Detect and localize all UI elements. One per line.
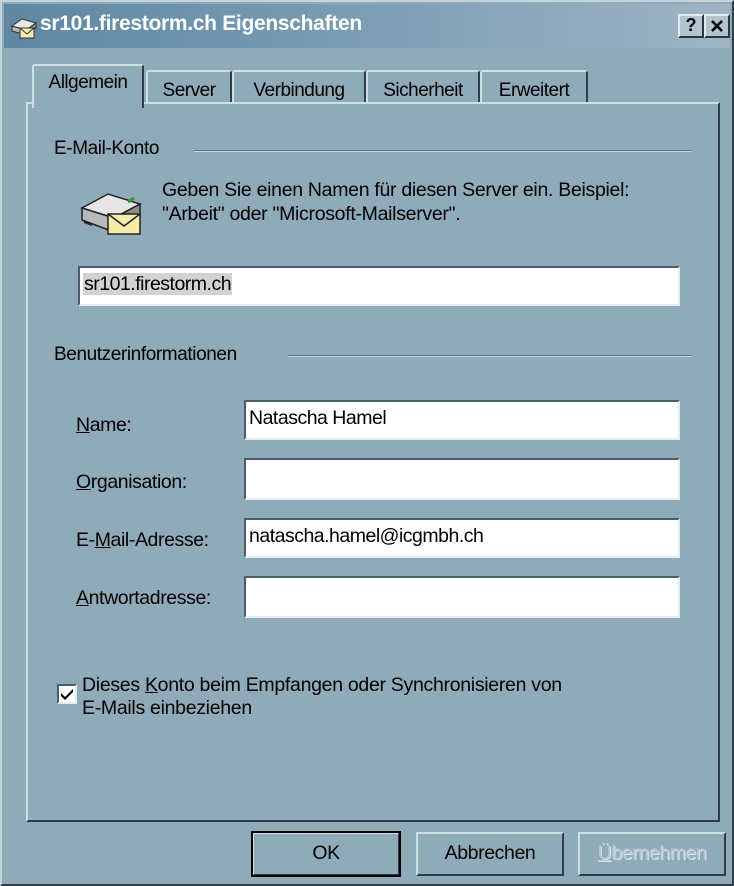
tab-allgemein[interactable]: Allgemein	[32, 64, 144, 108]
close-button[interactable]	[704, 14, 730, 38]
user-info-group-label: Benutzerinformationen	[54, 344, 243, 366]
checkmark-icon	[61, 689, 73, 700]
label-text: ail-Adresse:	[110, 529, 210, 551]
label-text: Dieses	[82, 674, 145, 696]
tab-label: Allgemein	[48, 72, 128, 93]
ok-button[interactable]: OK	[251, 831, 401, 877]
accelerator-key: K	[144, 674, 158, 696]
account-description: Geben Sie einen Namen für diesen Server …	[162, 178, 702, 226]
include-account-label[interactable]: Dieses Konto beim Empfangen oder Synchro…	[82, 674, 682, 720]
label-text: ntwortadresse:	[88, 587, 212, 609]
organisation-field[interactable]	[244, 458, 680, 500]
mail-server-icon	[80, 193, 142, 235]
email-address-label: E-Mail-Adresse:	[76, 529, 209, 552]
apply-button[interactable]: Übernehmen	[578, 832, 726, 876]
label-text: ame:	[89, 414, 132, 436]
accelerator-key: O	[76, 471, 91, 493]
tab-label: Sicherheit	[383, 80, 463, 101]
button-label: bernehmen	[611, 842, 707, 864]
label-text: E-	[76, 529, 95, 551]
mail-account-icon	[10, 18, 38, 39]
group-divider	[194, 150, 692, 152]
name-label: Name:	[76, 414, 132, 437]
account-name-value: sr101.firestorm.ch	[83, 273, 233, 295]
accelerator-key: M	[94, 529, 111, 551]
email-address-value: natascha.hamel@icgmbh.ch	[249, 525, 484, 547]
checkbox-label-line: Dieses Konto beim Empfangen oder Synchro…	[82, 674, 682, 697]
name-value: Natascha Hamel	[249, 407, 387, 429]
label-text: onto beim Empfangen oder Synchronisieren…	[157, 674, 562, 696]
account-name-input[interactable]: sr101.firestorm.ch	[78, 266, 680, 306]
label-text: rganisation:	[90, 471, 187, 493]
description-line: "Arbeit" oder "Microsoft-Mailserver".	[162, 203, 461, 225]
email-account-group-label: E-Mail-Konto	[54, 138, 166, 160]
group-divider	[288, 355, 692, 357]
reply-address-label: Antwortadresse:	[76, 587, 211, 610]
tab-label: Erweitert	[498, 80, 570, 101]
name-field[interactable]: Natascha Hamel	[244, 400, 680, 440]
email-address-field[interactable]: natascha.hamel@icgmbh.ch	[244, 518, 680, 558]
checkbox-label-line: E-Mails einbeziehen	[82, 697, 252, 719]
tab-label: Verbindung	[253, 80, 345, 101]
window-title: sr101.firestorm.ch Eigenschaften	[40, 12, 362, 35]
reply-address-field[interactable]	[244, 576, 680, 618]
tab-label: Server	[162, 80, 216, 101]
help-button[interactable]: ?	[678, 14, 704, 38]
properties-dialog: sr101.firestorm.ch Eigenschaften ? Allge…	[0, 0, 734, 886]
include-account-checkbox[interactable]	[57, 684, 77, 704]
close-icon	[711, 20, 723, 32]
organisation-label: Organisation:	[76, 471, 187, 494]
description-line: Geben Sie einen Namen für diesen Server …	[162, 179, 630, 201]
cancel-button[interactable]: Abbrechen	[416, 832, 564, 876]
accelerator-key: Ü	[597, 842, 612, 864]
accelerator-key: A	[76, 587, 89, 609]
title-bar[interactable]: sr101.firestorm.ch Eigenschaften ?	[4, 4, 730, 48]
accelerator-key: N	[76, 414, 90, 436]
